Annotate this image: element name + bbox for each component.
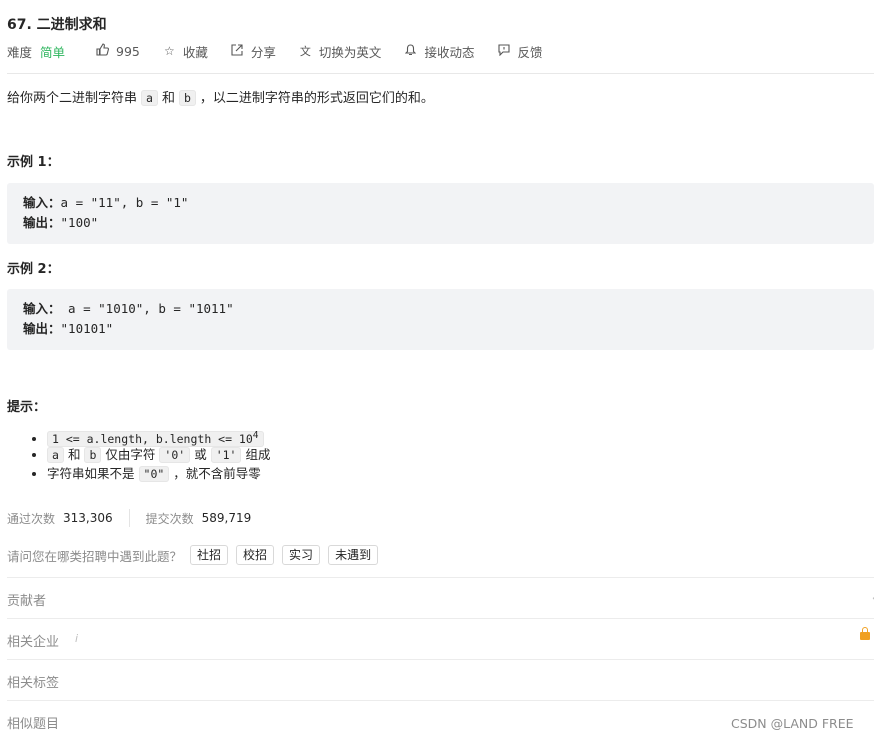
hints-heading: 提示： (7, 400, 47, 415)
survey-tag-social[interactable]: 社招 (190, 545, 229, 565)
feedback-icon (496, 43, 511, 59)
lock-icon (860, 627, 870, 640)
example-2-block: 输入： a = "1010", b = "1011" 输出："10101" (7, 289, 874, 350)
code-b: b (178, 90, 196, 106)
interview-survey: 请问您在哪类招聘中遇到此题？ 社招 校招 实习 未遇到 (7, 545, 386, 565)
switch-language-label: 切换为英文 (318, 44, 382, 60)
share-button[interactable]: 分享 (230, 42, 276, 61)
problem-meta-bar: 难度 简单 995 ☆ 收藏 分享 文 切换为英文 接收动态 反馈 (7, 42, 564, 60)
share-label: 分享 (250, 44, 276, 60)
example-2-input-label: 输入： (23, 301, 61, 316)
hint-3-code: "0" (138, 466, 170, 482)
example-2-output-label: 输出： (23, 321, 61, 336)
hint-2-code-a: a (47, 447, 64, 463)
collect-label: 收藏 (182, 44, 208, 60)
hint-item: a和b仅由字符'0'或'1'组成 (47, 445, 271, 464)
example-2-output-value: "10101" (60, 321, 114, 336)
contributors-label: 贡献者 (7, 594, 47, 609)
example-2-input-value: a = "1010", b = "1011" (60, 301, 234, 316)
like-count: 995 (116, 43, 140, 59)
difficulty-label: 难度 (7, 44, 33, 60)
survey-tag-campus[interactable]: 校招 (236, 545, 275, 565)
collect-button[interactable]: ☆ 收藏 (162, 42, 208, 61)
stats-divider (128, 509, 130, 527)
share-icon (230, 43, 245, 59)
example-1-output-label: 输出： (23, 215, 61, 230)
hint-2-code-b: b (84, 447, 102, 463)
example-1-output-value: "100" (60, 215, 99, 230)
example-1-input-value: a = "11", b = "1" (60, 195, 189, 210)
survey-question: 请问您在哪类招聘中遇到此题？ (7, 548, 183, 564)
hint-2-or: 或 (194, 447, 207, 462)
hints-list: 1 <= a.length, b.length <= 104 a和b仅由字符'0… (7, 426, 271, 483)
translate-icon: 文 (299, 45, 311, 58)
survey-tag-never[interactable]: 未遇到 (328, 545, 379, 565)
follow-label: 接收动态 (424, 44, 475, 60)
hint-1-exponent: 4 (252, 430, 259, 441)
hint-item: 字符串如果不是"0"，就不含前导零 (47, 464, 271, 483)
example-1-input-label: 输入： (23, 195, 61, 210)
similar-label: 相似题目 (7, 717, 60, 732)
example-1-block: 输入：a = "11", b = "1" 输出："100" (7, 183, 874, 244)
hint-2-code-zero: '0' (159, 447, 191, 463)
accepted-label: 通过次数 (7, 511, 56, 526)
submitted-value: 589,719 (201, 511, 252, 525)
switch-language-button[interactable]: 文 切换为英文 (298, 42, 382, 61)
feedback-label: 反馈 (517, 44, 543, 60)
follow-button[interactable]: 接收动态 (403, 42, 474, 61)
contributors-section[interactable]: 贡献者 ‹ (7, 577, 874, 617)
hint-2-code-one: '1' (210, 447, 242, 463)
companies-section[interactable]: 相关企业 i (7, 618, 874, 658)
submitted-label: 提交次数 (145, 511, 194, 526)
hint-2-end: 组成 (245, 447, 271, 462)
watermark: CSDN @LAND FREE (731, 716, 854, 731)
hint-3-suffix: ，就不含前导零 (173, 466, 261, 481)
tags-label: 相关标签 (7, 676, 60, 691)
problem-title: 67. 二进制求和 (7, 17, 107, 33)
hint-3-prefix: 字符串如果不是 (47, 466, 135, 481)
difficulty: 难度 简单 (7, 42, 65, 61)
hint-2-and: 和 (67, 447, 81, 462)
description-and: 和 (161, 91, 175, 106)
example-1-heading: 示例 1： (7, 155, 60, 170)
feedback-button[interactable]: 反馈 (496, 42, 542, 61)
accepted-value: 313,306 (63, 511, 113, 525)
bell-icon (403, 43, 418, 59)
survey-tag-intern[interactable]: 实习 (282, 545, 321, 565)
thumbs-up-icon (95, 43, 110, 59)
info-icon: i (75, 632, 79, 645)
companies-label: 相关企业 (7, 635, 60, 650)
code-a: a (141, 90, 158, 106)
like-button[interactable]: 995 (95, 43, 140, 59)
problem-description: 给你两个二进制字符串 a 和 b ，以二进制字符串的形式返回它们的和。 (7, 88, 434, 109)
description-text: 给你两个二进制字符串 (7, 91, 138, 106)
tags-section[interactable]: 相关标签 (7, 659, 874, 699)
hint-1-text: 1 <= a.length, b.length <= 10 (52, 431, 253, 446)
hint-item: 1 <= a.length, b.length <= 104 (47, 426, 271, 447)
difficulty-value: 简单 (40, 44, 66, 60)
hint-2-mid: 仅由字符 (105, 447, 156, 462)
submission-stats: 通过次数 313,306 提交次数 589,719 (7, 508, 251, 528)
example-2-heading: 示例 2： (7, 262, 60, 277)
description-suffix: ，以二进制字符串的形式返回它们的和。 (199, 91, 434, 106)
header-divider (7, 73, 874, 74)
star-icon: ☆ (164, 44, 175, 58)
